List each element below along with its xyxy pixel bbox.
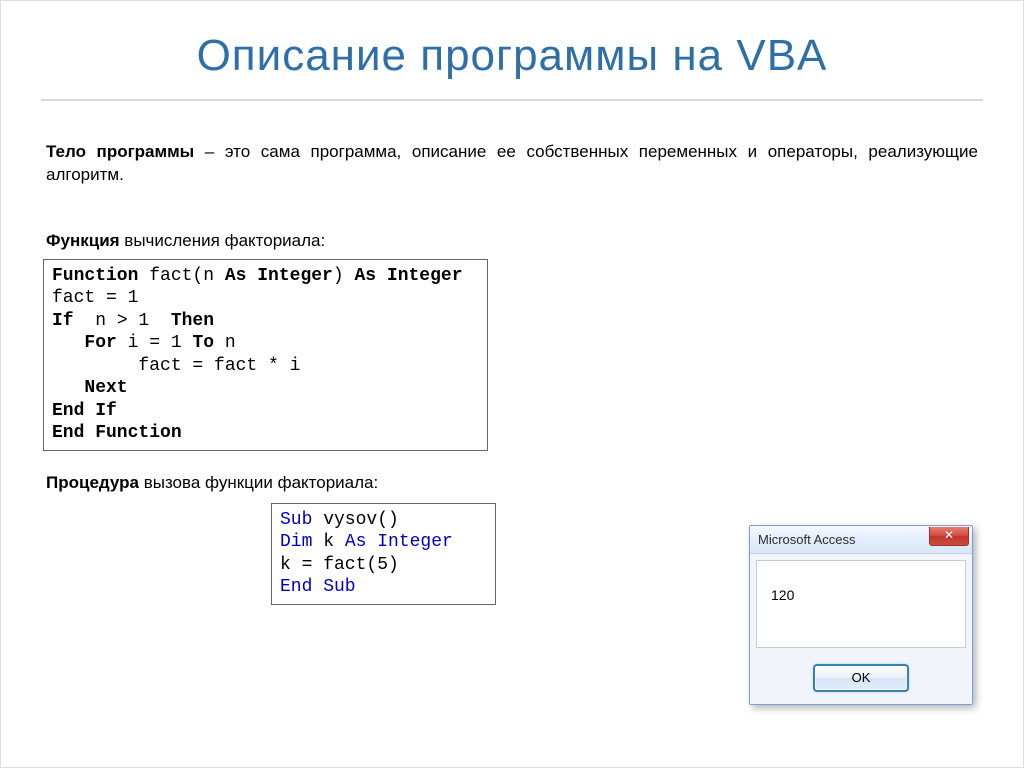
close-icon: ✕ (944, 528, 954, 542)
code-text: k (312, 532, 344, 552)
code-text (52, 378, 84, 398)
code-text: n (214, 333, 236, 353)
subhead-function-rest: вычисления факториала: (120, 231, 326, 250)
code-kw: Function (52, 266, 138, 286)
code-text (52, 333, 84, 353)
message-box-titlebar: Microsoft Access ✕ (750, 526, 972, 554)
code-kw: Dim (280, 532, 312, 552)
message-box-body: 120 (756, 560, 966, 648)
code-kw: End Function (52, 423, 182, 443)
subhead-procedure-bold: Процедура (46, 473, 139, 492)
code-text: i = 1 (117, 333, 193, 353)
ok-button[interactable]: OK (814, 665, 908, 691)
message-box-footer: OK (750, 654, 972, 702)
code-text: fact = fact * i (52, 356, 300, 376)
slide: Описание программы на VBA Тело программы… (0, 0, 1024, 768)
code-kw: As Integer (354, 266, 462, 286)
code-kw: End Sub (280, 577, 356, 597)
code-kw: For (84, 333, 116, 353)
close-button[interactable]: ✕ (929, 527, 969, 546)
code-text: fact = 1 (52, 288, 138, 308)
code-text: ) (333, 266, 355, 286)
code-kw: As Integer (225, 266, 333, 286)
intro-bold: Тело программы (46, 142, 194, 161)
message-box: Microsoft Access ✕ 120 OK (749, 525, 973, 705)
code-kw: To (192, 333, 214, 353)
intro-text: Тело программы – это сама программа, опи… (41, 141, 983, 187)
code-text: vysov() (312, 510, 398, 530)
slide-title: Описание программы на VBA (41, 21, 983, 101)
subhead-procedure-rest: вызова функции факториала: (139, 473, 378, 492)
code-kw: Sub (280, 510, 312, 530)
message-box-value: 120 (771, 587, 794, 603)
subhead-function-bold: Функция (46, 231, 120, 250)
code-kw: As Integer (345, 532, 453, 552)
message-box-title: Microsoft Access (758, 532, 856, 547)
code-kw: Then (171, 311, 214, 331)
code-text: n > 1 (74, 311, 171, 331)
subhead-procedure: Процедура вызова функции факториала: (41, 473, 983, 493)
code-kw: Next (84, 378, 127, 398)
code-kw: If (52, 311, 74, 331)
code-block-function: Function fact(n As Integer) As Integer f… (43, 259, 488, 451)
code-text: k = fact(5) (280, 555, 399, 575)
code-kw: End If (52, 401, 117, 421)
subhead-function: Функция вычисления факториала: (41, 231, 983, 251)
code-text: fact(n (138, 266, 224, 286)
code-block-procedure: Sub vysov() Dim k As Integer k = fact(5)… (271, 503, 496, 605)
